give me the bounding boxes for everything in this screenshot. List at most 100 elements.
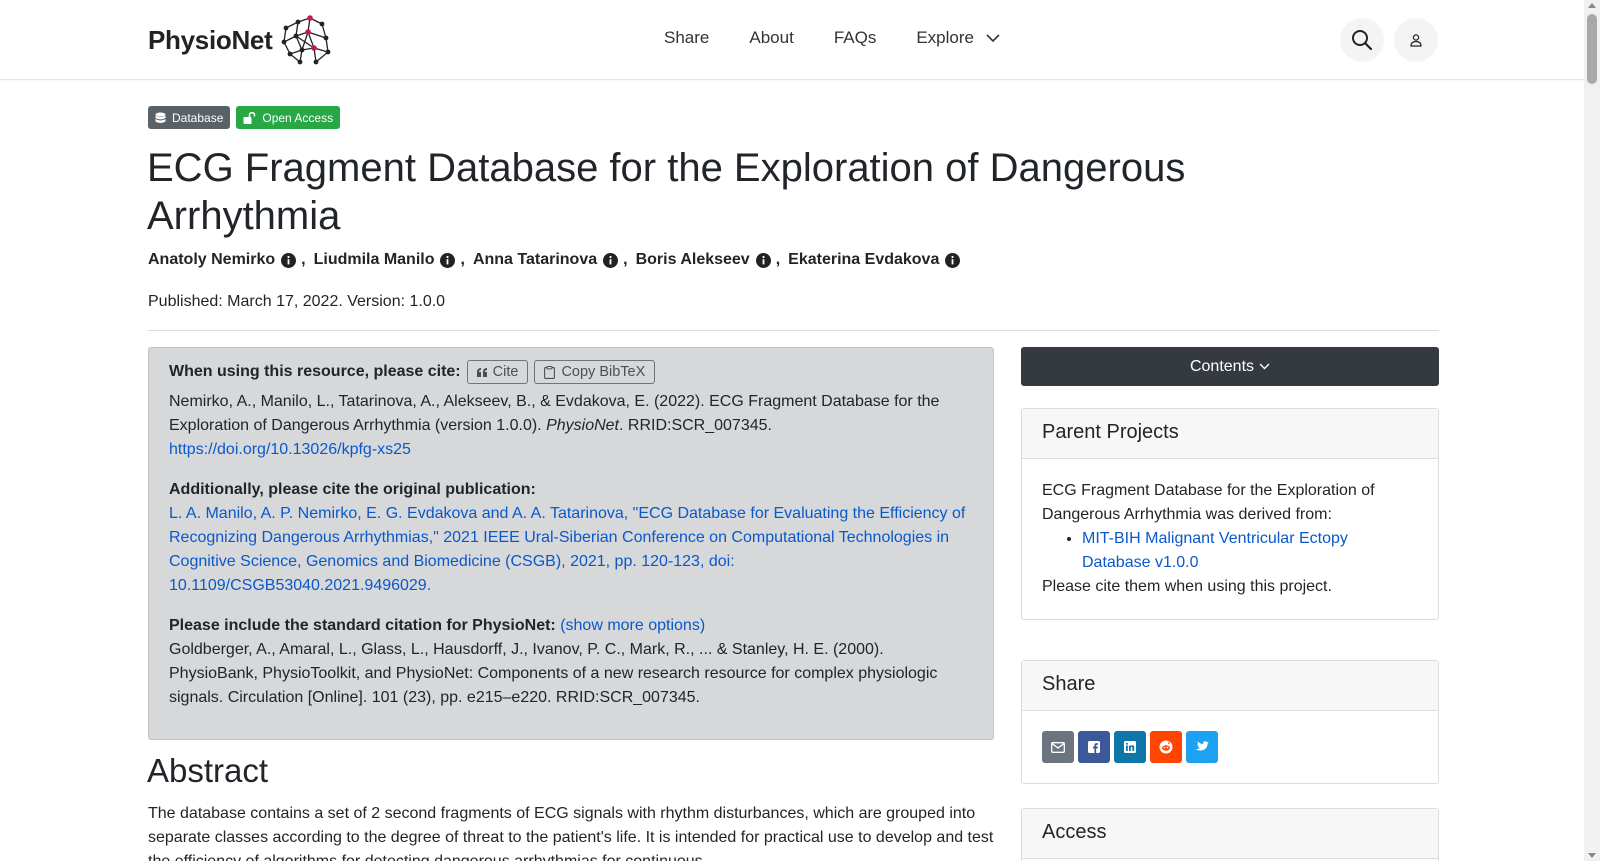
- copy-bibtex-label: Copy BibTeX: [561, 364, 646, 380]
- physionet-logo[interactable]: PhysioNet: [148, 14, 334, 66]
- standard-citation-text: Goldberger, A., Amaral, L., Glass, L., H…: [169, 641, 938, 706]
- nav-explore-dropdown[interactable]: Explore: [916, 28, 1000, 48]
- network-logo-icon: [282, 15, 331, 65]
- nav-about-label: About: [749, 28, 794, 47]
- copy-bibtex-button[interactable]: Copy BibTeX: [534, 360, 656, 384]
- user-icon: [1410, 34, 1422, 47]
- access-card: Access: [1021, 808, 1439, 861]
- reddit-icon: [1159, 740, 1173, 754]
- info-circle-icon[interactable]: [440, 252, 456, 268]
- original-publication-link[interactable]: L. A. Manilo, A. P. Nemirko, E. G. Evdak…: [169, 505, 965, 594]
- nav-faqs[interactable]: FAQs: [834, 28, 877, 48]
- standard-citation: Please include the standard citation for…: [169, 614, 973, 710]
- author-separator: ,: [301, 251, 306, 268]
- search-button[interactable]: [1340, 18, 1384, 62]
- author-name: Liudmila Manilo: [313, 251, 435, 268]
- contents-label: Contents: [1189, 357, 1255, 375]
- divider: [148, 330, 1439, 331]
- open-access-badge-label: Open Access: [262, 110, 334, 125]
- page-scrollbar[interactable]: [1584, 0, 1600, 861]
- abstract-heading: Abstract: [147, 752, 269, 789]
- parent-projects-intro: ECG Fragment Database for the Exploratio…: [1042, 482, 1375, 523]
- database-icon: [155, 112, 166, 123]
- contents-dropdown-button[interactable]: Contents: [1021, 347, 1439, 386]
- share-reddit-button[interactable]: [1150, 731, 1182, 763]
- info-circle-icon[interactable]: [281, 252, 297, 268]
- abstract-text: The database contains a set of 2 second …: [148, 805, 994, 861]
- citation-doi-link[interactable]: https://doi.org/10.13026/kpfg-xs25: [169, 441, 411, 458]
- author-name: Boris Alekseev: [635, 251, 750, 268]
- open-access-badge: Open Access: [236, 106, 341, 129]
- citation-journal: PhysioNet: [546, 417, 619, 434]
- author-list: Anatoly Nemirko , Liudmila Manilo , Anna…: [148, 251, 961, 269]
- author-name: Ekaterina Evdakova: [788, 251, 940, 268]
- database-badge-label: Database: [172, 110, 224, 125]
- author[interactable]: Anatoly Nemirko: [148, 251, 297, 269]
- project-badges: Database Open Access: [148, 106, 346, 129]
- linkedin-icon: [1124, 741, 1136, 753]
- search-icon: [1352, 30, 1373, 51]
- nav-about[interactable]: About: [749, 28, 793, 48]
- nav-share-label: Share: [664, 28, 710, 47]
- author-separator: ,: [623, 251, 628, 268]
- share-linkedin-button[interactable]: [1114, 731, 1146, 763]
- envelope-icon: [1051, 741, 1065, 753]
- chevron-down-icon: [1259, 363, 1270, 370]
- original-publication-heading: Additionally, please cite the original p…: [169, 481, 536, 498]
- standard-citation-heading: Please include the standard citation for…: [169, 617, 556, 634]
- author-separator: ,: [775, 251, 781, 268]
- parent-projects-title: Parent Projects: [1022, 409, 1438, 459]
- original-publication: Additionally, please cite the original p…: [169, 478, 973, 598]
- cite-button-label: Cite: [492, 364, 519, 380]
- database-badge: Database: [148, 106, 231, 129]
- facebook-icon: [1088, 741, 1100, 753]
- chevron-down-icon: [986, 33, 1000, 42]
- scroll-down-arrow-icon[interactable]: [1588, 853, 1596, 858]
- author[interactable]: Anna Tatarinova: [472, 251, 619, 269]
- citation-text: Nemirko, A., Manilo, L., Tatarinova, A.,…: [169, 390, 973, 462]
- parent-projects-card: Parent Projects ECG Fragment Database fo…: [1021, 408, 1439, 620]
- share-buttons: [1022, 711, 1438, 783]
- user-account-button[interactable]: [1394, 18, 1438, 62]
- citation-header: When using this resource, please cite: C…: [169, 360, 973, 384]
- info-circle-icon[interactable]: [945, 252, 961, 268]
- share-twitter-button[interactable]: [1186, 731, 1218, 763]
- nav-faqs-label: FAQs: [833, 28, 877, 47]
- nav-share[interactable]: Share: [664, 28, 709, 48]
- cite-button[interactable]: Cite: [466, 360, 529, 384]
- unlock-icon: [243, 111, 256, 124]
- nav-explore-label: Explore: [916, 28, 974, 47]
- scrollbar-thumb[interactable]: [1587, 14, 1597, 84]
- parent-projects-list: MIT-BIH Malignant Ventricular Ectopy Dat…: [1082, 527, 1418, 575]
- quote-icon: [476, 367, 487, 377]
- author[interactable]: Boris Alekseev: [636, 251, 771, 269]
- top-navbar: PhysioNet Share About FAQs Explore: [0, 0, 1584, 80]
- list-item: MIT-BIH Malignant Ventricular Ectopy Dat…: [1082, 527, 1418, 575]
- main-nav: Share About FAQs Explore: [664, 28, 1040, 48]
- share-facebook-button[interactable]: [1078, 731, 1110, 763]
- show-more-options-link[interactable]: (show more options): [560, 617, 705, 634]
- author[interactable]: Ekaterina Evdakova: [788, 251, 961, 269]
- info-circle-icon[interactable]: [755, 252, 771, 268]
- author-name: Anatoly Nemirko: [148, 251, 276, 268]
- share-email-button[interactable]: [1042, 731, 1074, 763]
- parent-projects-body: ECG Fragment Database for the Exploratio…: [1022, 459, 1438, 619]
- logo-text: PhysioNet: [148, 24, 273, 55]
- citation-rrid: . RRID:SCR_007345.: [619, 417, 772, 434]
- clipboard-icon: [544, 365, 556, 379]
- citation-box: When using this resource, please cite: C…: [148, 347, 994, 740]
- published-info: Published: March 17, 2022. Version: 1.0.…: [148, 293, 446, 310]
- project-title: ECG Fragment Database for the Exploratio…: [147, 146, 1186, 238]
- parent-project-link[interactable]: MIT-BIH Malignant Ventricular Ectopy Dat…: [1082, 530, 1348, 571]
- share-title: Share: [1022, 661, 1438, 711]
- parent-projects-note: Please cite them when using this project…: [1042, 578, 1332, 595]
- access-title: Access: [1022, 809, 1438, 859]
- share-card: Share: [1021, 660, 1439, 784]
- citation-heading: When using this resource, please cite:: [169, 363, 461, 380]
- info-circle-icon[interactable]: [603, 252, 619, 268]
- author-separator: ,: [460, 251, 465, 268]
- author[interactable]: Liudmila Manilo: [314, 251, 456, 269]
- twitter-icon: [1195, 741, 1209, 751]
- author-name: Anna Tatarinova: [472, 251, 598, 268]
- scroll-up-arrow-icon[interactable]: [1588, 3, 1596, 8]
